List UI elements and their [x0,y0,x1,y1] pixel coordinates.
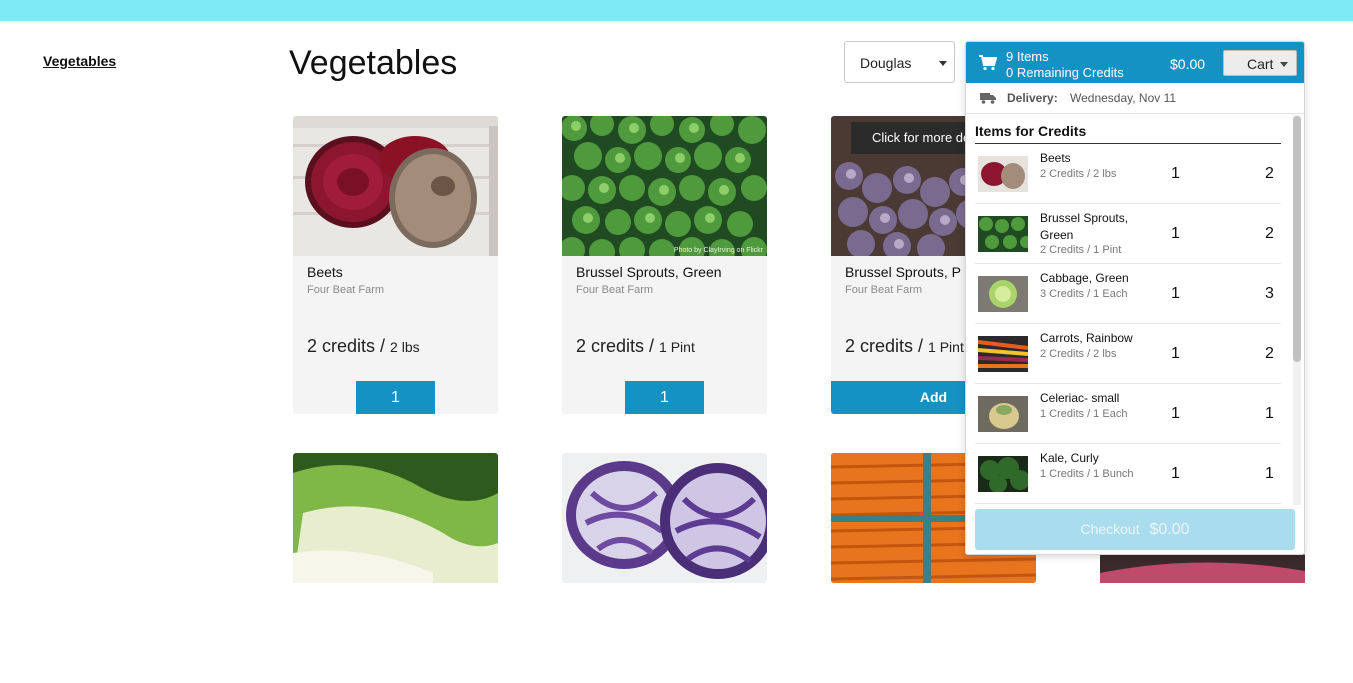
page-title: Vegetables [289,44,458,82]
product-photo-brussel-sprouts: Photo by ClayIrving on Flickr [562,116,767,256]
cart-remaining-credits: 0 Remaining Credits [1006,65,1124,80]
product-name: Brussel Sprouts, P [845,264,961,280]
cart-button-label: Cart [1247,56,1274,72]
user-select[interactable]: Douglas [844,41,955,83]
cart-item-name: Beets [1040,151,1071,165]
cart-item-quantity: 1 [1171,405,1180,422]
shopping-cart-icon [979,55,997,71]
checkout-label: Checkout [1080,521,1140,537]
cart-item-desc: 2 Credits / 2 lbs [1040,168,1117,180]
divider [966,113,1304,114]
caret-down-icon [939,61,947,66]
product-photo-partial[interactable] [1100,553,1305,683]
cart-item-desc: 1 Credits / 1 Each [1040,408,1128,420]
cart-item[interactable]: Brussel Sprouts, Green 2 Credits / 1 Pin… [975,204,1281,264]
product-photo-napa-cabbage[interactable] [293,453,498,583]
cart-item-thumbnail [978,336,1028,372]
cart-item-credits: 3 [1265,285,1274,302]
cart-item-name: Cabbage, Green [1040,271,1129,285]
cart-item-thumbnail [978,276,1028,312]
product-price: 2 credits / 1 Pint [576,336,695,357]
scrollbar-thumb[interactable] [1293,116,1301,362]
product-photo-beets [293,116,498,256]
product-name: Beets [307,264,343,280]
truck-icon [980,93,996,104]
product-photo-red-cabbage[interactable] [562,453,767,583]
cart-item-thumbnail [978,396,1028,432]
cart-item-thumbnail [978,156,1028,192]
cart-item-credits: 1 [1265,465,1274,482]
product-farm: Four Beat Farm [576,284,654,296]
cart-item-quantity: 1 [1171,165,1180,182]
cart-item-thumbnail [978,456,1028,492]
cart-item-credits: 2 [1265,225,1274,242]
cart-dropdown: 9 Items 0 Remaining Credits $0.00 Cart D… [965,41,1305,555]
cart-item-credits: 2 [1265,165,1274,182]
quantity-button[interactable]: 1 [625,381,704,414]
cart-item[interactable]: Kale, Curly 1 Credits / 1 Bunch 1 1 [975,444,1281,504]
cart-item-quantity: 1 [1171,225,1180,242]
photo-credit: Photo by ClayIrving on Flickr [673,247,763,254]
user-select-value: Douglas [860,55,912,71]
product-farm: Four Beat Farm [845,284,923,296]
caret-down-icon [1280,62,1288,67]
checkout-button[interactable]: Checkout $0.00 [975,509,1295,550]
cart-total: $0.00 [1170,56,1206,72]
cart-item-desc: 3 Credits / 1 Each [1040,288,1128,300]
cart-header[interactable]: 9 Items 0 Remaining Credits $0.00 Cart [966,42,1304,83]
cart-item-name: Kale, Curly [1040,451,1099,465]
product-card-brussel-sprouts-green[interactable]: Photo by ClayIrving on Flickr Brussel Sp… [562,116,767,414]
product-unit: 1 Pint [659,339,695,355]
sidebar-link-vegetables[interactable]: Vegetables [43,53,116,69]
cart-item-quantity: 1 [1171,465,1180,482]
top-banner [0,0,1353,21]
cart-item-count: 9 Items [1006,49,1049,64]
cart-item-desc: 2 Credits / 1 Pint [1040,244,1122,256]
cart-item-name: Celeriac- small [1040,391,1120,405]
cart-item-name: Carrots, Rainbow [1040,331,1133,345]
cart-item-quantity: 1 [1171,345,1180,362]
product-card-beets[interactable]: Beets Four Beat Farm 2 credits / 2 lbs 1 [293,116,498,414]
product-credits: 2 credits / [307,336,386,356]
product-unit: 2 lbs [390,339,420,355]
cart-item[interactable]: Cabbage, Green 3 Credits / 1 Each 1 3 [975,264,1281,324]
cart-item-credits: 1 [1265,405,1274,422]
cart-button[interactable]: Cart [1223,50,1297,76]
product-credits: 2 credits / [576,336,655,356]
delivery-label: Delivery: [1007,91,1058,105]
cart-item-quantity: 1 [1171,285,1180,302]
product-unit: 1 Pint [928,339,964,355]
cart-item-desc: 1 Credits / 1 Bunch [1040,468,1134,480]
cart-item-name: Brussel Sprouts, Green [1040,211,1129,242]
quantity-button[interactable]: 1 [356,381,435,414]
cart-item[interactable]: Beets 2 Credits / 2 lbs 1 2 [975,144,1281,204]
cart-item-list[interactable]: Beets 2 Credits / 2 lbs 1 2 Brussel Spro… [975,144,1281,504]
cart-item-thumbnail [978,216,1028,252]
product-farm: Four Beat Farm [307,284,385,296]
product-price: 2 credits / 1 Pint [845,336,964,357]
cart-item-credits: 2 [1265,345,1274,362]
cart-item[interactable]: Celeriac- small 1 Credits / 1 Each 1 1 [975,384,1281,444]
product-name: Brussel Sprouts, Green [576,264,722,280]
section-title: Items for Credits [975,123,1087,139]
product-price: 2 credits / 2 lbs [307,336,420,357]
delivery-date: Wednesday, Nov 11 [1070,91,1177,105]
checkout-amount: $0.00 [1149,521,1190,538]
cart-scrollbar[interactable] [1293,115,1301,505]
cart-item-desc: 2 Credits / 2 lbs [1040,348,1117,360]
cart-item[interactable]: Carrots, Rainbow 2 Credits / 2 lbs 1 2 [975,324,1281,384]
product-credits: 2 credits / [845,336,924,356]
